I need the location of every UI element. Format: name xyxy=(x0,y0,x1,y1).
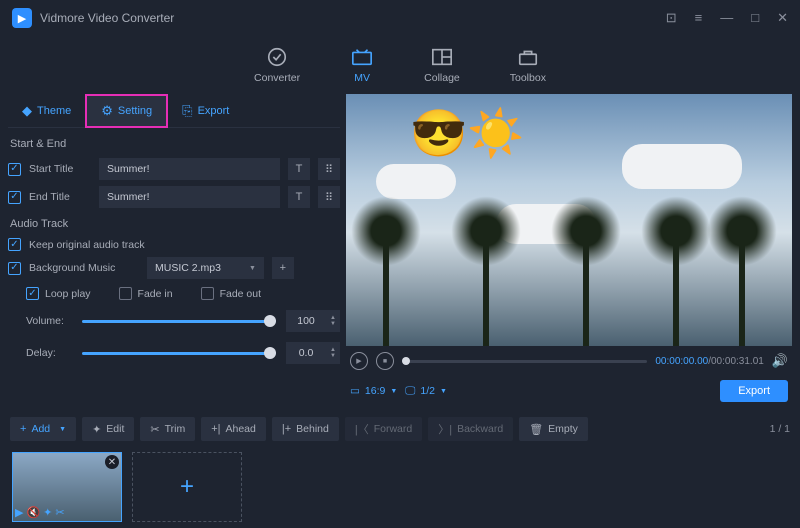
export-icon: ⎘ xyxy=(182,103,192,119)
tab-toolbox[interactable]: Toolbox xyxy=(510,46,546,84)
minimize-icon[interactable]: — xyxy=(720,10,733,26)
bg-music-dropdown[interactable]: MUSIC 2.mp3 xyxy=(147,257,264,279)
volume-icon[interactable]: 🔊 xyxy=(772,353,788,369)
delay-label: Delay: xyxy=(26,347,72,359)
backward-icon: 〉| xyxy=(438,421,452,437)
tab-converter[interactable]: Converter xyxy=(254,46,300,84)
forward-button[interactable]: |〈Forward xyxy=(345,417,422,441)
section-start-end: Start & End xyxy=(10,138,340,150)
thumb-star-icon[interactable]: ✦ xyxy=(43,506,52,519)
maximize-icon[interactable]: □ xyxy=(751,10,759,26)
edit-button[interactable]: ✦Edit xyxy=(82,417,134,441)
volume-label: Volume: xyxy=(26,315,72,327)
fade-in-checkbox[interactable] xyxy=(119,287,132,300)
start-title-input[interactable] xyxy=(99,158,280,180)
behind-icon: |+ xyxy=(282,423,291,435)
app-title: Vidmore Video Converter xyxy=(40,11,666,25)
toolbox-icon xyxy=(516,46,540,68)
thumb-cut-icon[interactable]: ✂ xyxy=(55,506,64,519)
empty-button[interactable]: 🗑Empty xyxy=(519,417,588,441)
end-title-text-icon[interactable]: T xyxy=(288,186,310,208)
aspect-ratio-select[interactable]: ▭16:9▼ xyxy=(350,385,397,397)
subtab-theme[interactable]: ◆Theme xyxy=(8,94,85,128)
volume-slider[interactable] xyxy=(82,320,276,323)
app-logo: ▶ xyxy=(12,8,32,28)
collage-icon xyxy=(430,46,454,68)
section-audio-track: Audio Track xyxy=(10,218,340,230)
tab-mv[interactable]: MV xyxy=(350,46,374,84)
start-title-label: Start Title xyxy=(29,163,91,175)
clip-thumbnail[interactable]: ✕ ▶ 🔇 ✦ ✂ xyxy=(12,452,122,522)
page-info: 1 / 1 xyxy=(770,423,790,435)
volume-spinner[interactable]: 100▲▼ xyxy=(286,310,340,332)
export-button[interactable]: Export xyxy=(720,380,788,402)
keep-original-label: Keep original audio track xyxy=(29,239,145,251)
screen-icon: 🖵 xyxy=(405,385,415,398)
end-title-label: End Title xyxy=(29,191,91,203)
thumb-play-icon[interactable]: ▶ xyxy=(15,506,23,519)
volume-thumb[interactable] xyxy=(264,315,276,327)
progress-bar[interactable] xyxy=(402,360,647,363)
remove-clip-button[interactable]: ✕ xyxy=(105,455,119,469)
aspect-icon: ▭ xyxy=(350,385,360,397)
stop-button[interactable]: ■ xyxy=(376,352,394,370)
fade-out-checkbox[interactable] xyxy=(201,287,214,300)
video-preview: 😎☀️ xyxy=(346,94,792,346)
bg-music-checkbox[interactable] xyxy=(8,262,21,275)
backward-button[interactable]: 〉|Backward xyxy=(428,417,513,441)
keep-original-checkbox[interactable] xyxy=(8,238,21,251)
add-clip-button[interactable]: + xyxy=(132,452,242,522)
bg-music-label: Background Music xyxy=(29,262,139,274)
add-button[interactable]: +Add▼ xyxy=(10,417,76,441)
delay-slider[interactable] xyxy=(82,352,276,355)
end-title-input[interactable] xyxy=(99,186,280,208)
delay-spinner[interactable]: 0.0▲▼ xyxy=(286,342,340,364)
subtab-setting[interactable]: ⚙Setting xyxy=(85,94,168,128)
end-title-checkbox[interactable] xyxy=(8,191,21,204)
tab-collage[interactable]: Collage xyxy=(424,46,460,84)
close-icon[interactable]: ✕ xyxy=(777,10,788,26)
add-music-button[interactable]: + xyxy=(272,257,294,279)
forward-icon: |〈 xyxy=(355,421,369,437)
converter-icon xyxy=(265,46,289,68)
loop-play-checkbox[interactable] xyxy=(26,287,39,300)
zoom-select[interactable]: 🖵1/2▼ xyxy=(405,385,447,398)
trash-icon: 🗑 xyxy=(529,423,543,436)
sun-sticker[interactable]: 😎☀️ xyxy=(410,106,525,161)
subtab-export[interactable]: ⎘Export xyxy=(168,94,243,128)
ahead-icon: +| xyxy=(211,423,220,435)
feedback-icon[interactable]: ⊡ xyxy=(666,10,677,26)
ahead-button[interactable]: +|Ahead xyxy=(201,417,266,441)
menu-icon[interactable]: ≡ xyxy=(695,10,703,26)
plus-icon: + xyxy=(20,423,26,435)
trim-button[interactable]: ✂Trim xyxy=(140,417,195,441)
scissors-icon: ✂ xyxy=(150,423,159,436)
end-title-grid-icon[interactable]: ⠿ xyxy=(318,186,340,208)
start-title-checkbox[interactable] xyxy=(8,163,21,176)
mv-icon xyxy=(350,46,374,68)
play-button[interactable]: ▶ xyxy=(350,352,368,370)
thumb-mute-icon[interactable]: 🔇 xyxy=(26,506,40,519)
start-title-text-icon[interactable]: T xyxy=(288,158,310,180)
edit-icon: ✦ xyxy=(92,423,101,436)
time-display: 00:00:00.00/00:00:31.01 xyxy=(655,356,763,367)
delay-thumb[interactable] xyxy=(264,347,276,359)
behind-button[interactable]: |+Behind xyxy=(272,417,339,441)
gear-icon: ⚙ xyxy=(101,103,113,119)
start-title-grid-icon[interactable]: ⠿ xyxy=(318,158,340,180)
theme-icon: ◆ xyxy=(22,103,32,119)
